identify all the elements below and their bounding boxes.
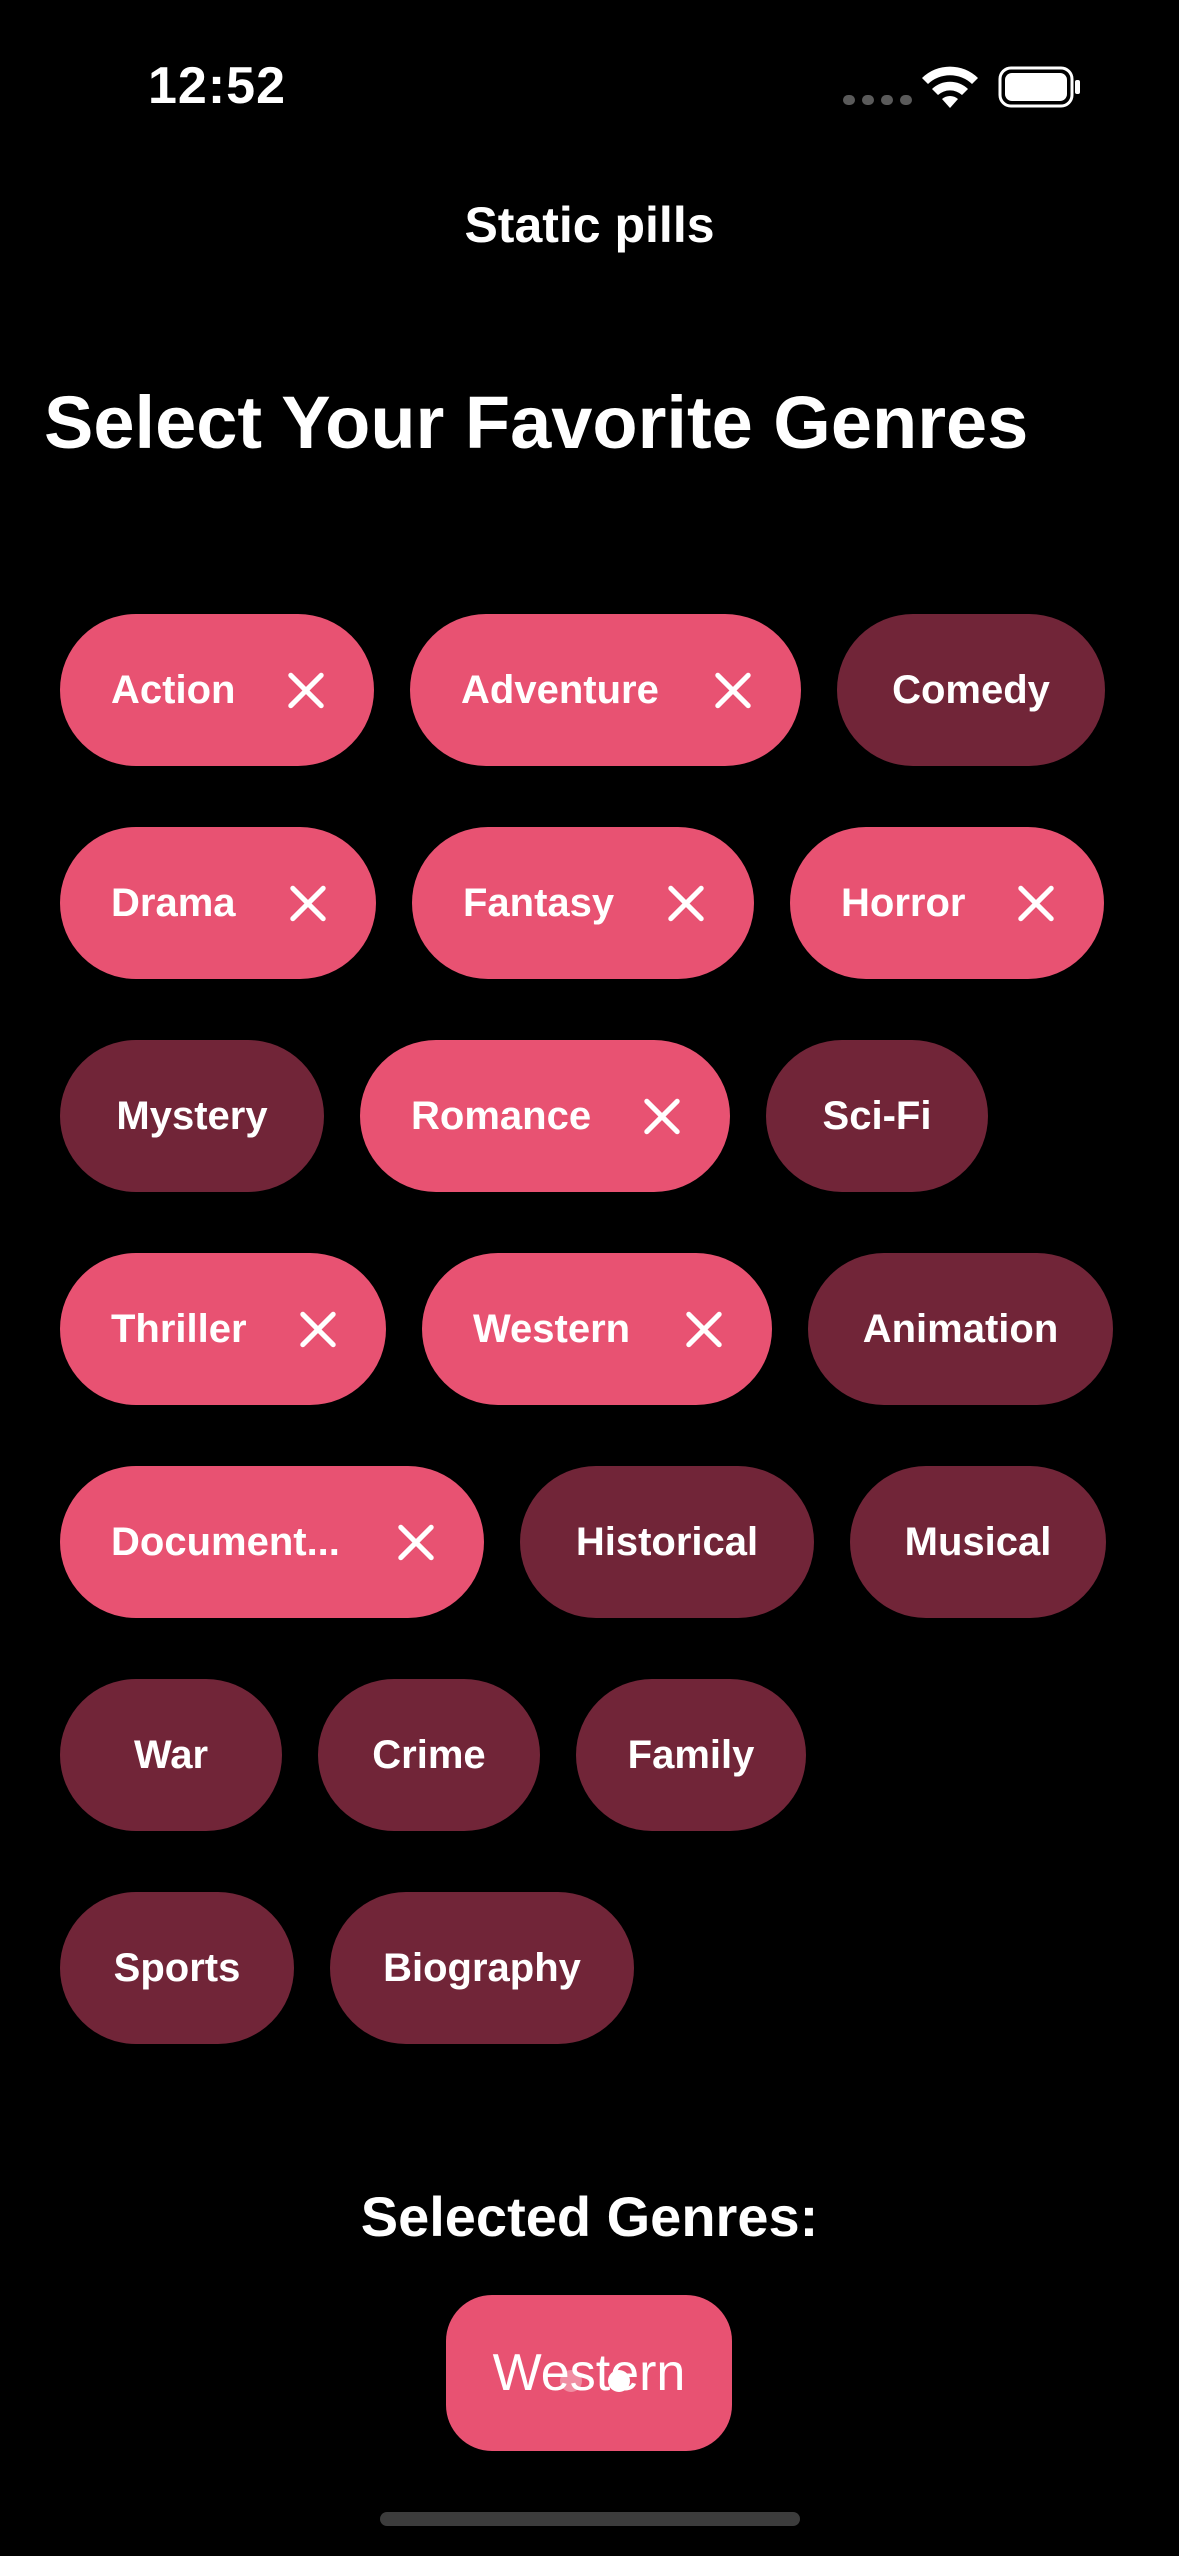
- genre-pill-comedy[interactable]: Comedy: [837, 614, 1105, 766]
- genre-label: Historical: [575, 1519, 759, 1564]
- genre-pill-war[interactable]: War: [60, 1679, 282, 1831]
- genre-pill-fantasy[interactable]: Fantasy: [412, 827, 754, 979]
- genre-label: Sci-Fi: [822, 1093, 932, 1138]
- genre-pill-musical[interactable]: Musical: [850, 1466, 1106, 1618]
- genre-pill-horror[interactable]: Horror: [790, 827, 1104, 979]
- wifi-icon: [922, 66, 978, 108]
- selected-genres-title: Selected Genres:: [360, 2185, 819, 2248]
- genre-label: Comedy: [892, 667, 1050, 712]
- genre-label: Action: [111, 667, 236, 712]
- genre-pill-family[interactable]: Family: [576, 1679, 806, 1831]
- remove-icon[interactable]: [684, 1309, 724, 1349]
- genre-label: Biography: [383, 1945, 581, 1990]
- remove-icon[interactable]: [713, 670, 753, 710]
- remove-icon[interactable]: [286, 670, 326, 710]
- genre-label: Family: [627, 1732, 755, 1777]
- genre-label: Thriller: [111, 1306, 247, 1351]
- battery-icon: [998, 66, 1080, 108]
- genre-pill-crime[interactable]: Crime: [318, 1679, 540, 1831]
- home-indicator[interactable]: [380, 2512, 800, 2526]
- genre-label: War: [133, 1732, 209, 1777]
- genre-pill-sci-fi[interactable]: Sci-Fi: [766, 1040, 988, 1192]
- genre-pill-adventure[interactable]: Adventure: [410, 614, 801, 766]
- page-heading: Select Your Favorite Genres: [44, 381, 1029, 464]
- genre-label: Adventure: [461, 667, 659, 712]
- genre-label: Animation: [862, 1306, 1059, 1351]
- genre-label: Horror: [841, 880, 966, 925]
- genre-label: Sports: [113, 1945, 241, 1990]
- genre-pill-western[interactable]: Western: [422, 1253, 772, 1405]
- status-time: 12:52: [148, 57, 286, 115]
- genre-pill-historical[interactable]: Historical: [520, 1466, 814, 1618]
- remove-icon[interactable]: [288, 883, 328, 923]
- genre-label: Romance: [411, 1093, 592, 1138]
- page-dot: [560, 2370, 582, 2392]
- remove-icon[interactable]: [1016, 883, 1056, 923]
- genre-pill-documentary[interactable]: Document...: [60, 1466, 484, 1618]
- genre-label: Crime: [372, 1732, 486, 1777]
- genre-pill-romance[interactable]: Romance: [360, 1040, 730, 1192]
- genre-label: Western: [473, 1306, 631, 1351]
- remove-icon[interactable]: [642, 1096, 682, 1136]
- remove-icon[interactable]: [298, 1309, 338, 1349]
- genre-pill-thriller[interactable]: Thriller: [60, 1253, 386, 1405]
- remove-icon[interactable]: [666, 883, 706, 923]
- genre-label: Musical: [904, 1519, 1052, 1564]
- genre-label: Mystery: [116, 1093, 268, 1138]
- cellular-signal-icon: [843, 95, 912, 105]
- genre-pill-sports[interactable]: Sports: [60, 1892, 294, 2044]
- genre-pill-biography[interactable]: Biography: [330, 1892, 634, 2044]
- genre-pill-drama[interactable]: Drama: [60, 827, 376, 979]
- genre-pill-animation[interactable]: Animation: [808, 1253, 1113, 1405]
- remove-icon[interactable]: [396, 1522, 436, 1562]
- status-bar: 12:52: [0, 0, 1179, 180]
- nav-title: Static pills: [464, 197, 715, 253]
- genre-pill-mystery[interactable]: Mystery: [60, 1040, 324, 1192]
- genre-label: Fantasy: [463, 880, 615, 925]
- genre-label: Drama: [111, 880, 236, 925]
- genre-label: Document...: [111, 1519, 340, 1564]
- genre-pill-action[interactable]: Action: [60, 614, 374, 766]
- page-dot-active: [608, 2370, 630, 2392]
- page-indicator: [560, 2370, 630, 2392]
